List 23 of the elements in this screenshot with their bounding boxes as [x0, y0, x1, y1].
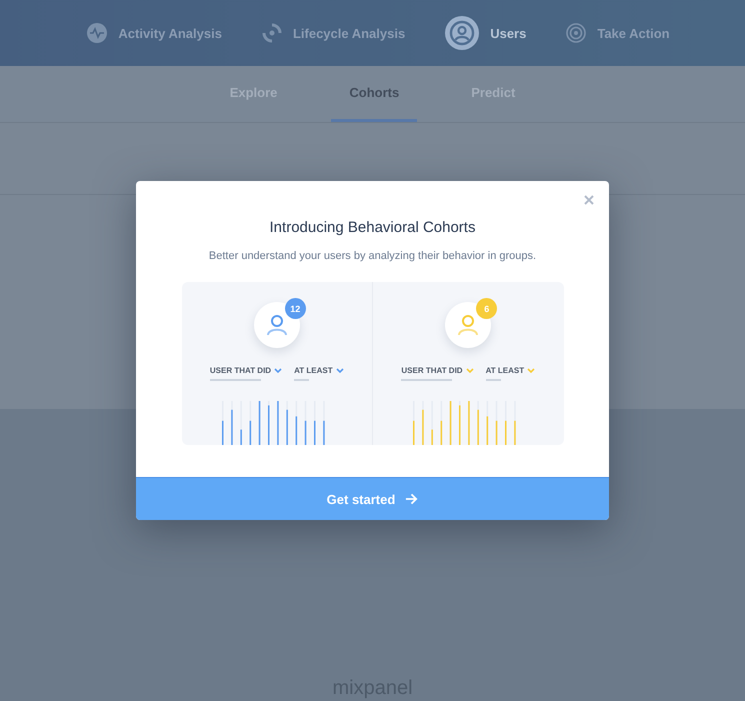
filter-label: USER THAT DID: [210, 366, 272, 375]
modal-title: Introducing Behavioral Cohorts: [270, 219, 476, 236]
arrow-right-icon: [405, 493, 418, 505]
nav-link[interactable]: Users: [490, 26, 526, 40]
get-started-button[interactable]: Get started: [136, 477, 609, 520]
chevron-down-icon: [466, 368, 474, 374]
chevron-down-icon: [527, 368, 536, 374]
filter-label: USER THAT DID: [401, 366, 463, 375]
count-badge: 6: [476, 298, 498, 319]
count-badge: 12: [284, 298, 306, 319]
chevron-down-icon: [274, 368, 282, 374]
target-icon[interactable]: [566, 23, 586, 43]
nav-link[interactable]: Activity Analysis: [118, 26, 222, 40]
filter-label: AT LEAST: [486, 366, 524, 375]
nav-link[interactable]: Take Action: [597, 26, 670, 40]
close-icon[interactable]: [584, 195, 594, 205]
pulse-icon[interactable]: [87, 23, 108, 43]
user-icon[interactable]: [445, 16, 480, 50]
modal-subtitle: Better understand your users by analyzing their behavior in groups.: [208, 250, 536, 262]
chevron-down-icon: [336, 368, 344, 374]
cycle-icon[interactable]: [262, 23, 282, 43]
filter-label: AT LEAST: [294, 366, 333, 375]
nav-link[interactable]: Lifecycle Analysis: [292, 26, 406, 40]
